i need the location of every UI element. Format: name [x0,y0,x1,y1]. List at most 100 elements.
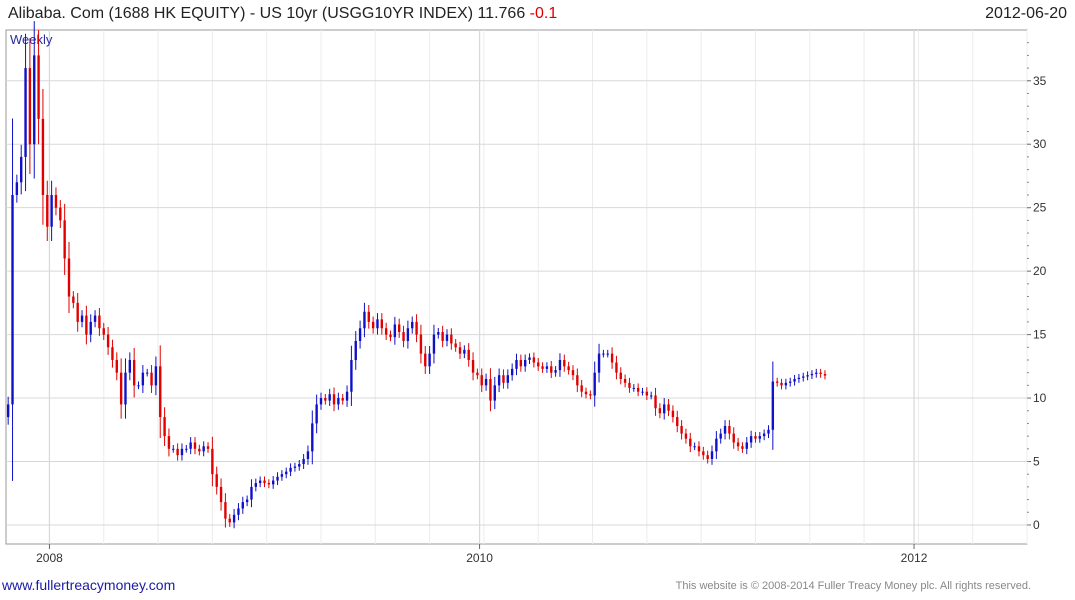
candle-body [285,471,288,475]
candle-body [11,194,14,405]
candle-body [76,302,79,322]
candle-body [502,375,505,383]
x-tick-label: 2008 [36,551,63,565]
candle-body [341,398,344,401]
candle-body [28,68,32,145]
candle-body [528,357,531,360]
candle-body [228,518,231,523]
candle-body [628,382,631,388]
candle-body [128,359,132,373]
x-tick-label: 2010 [466,551,493,565]
candle-body [363,311,366,329]
candle-body [6,404,10,418]
candle-body [302,458,305,465]
candle-body [745,442,748,449]
candle-body [689,438,692,447]
candle-body [506,375,510,383]
candle-body [384,328,388,335]
candle-body [580,385,583,392]
candle-body [636,387,640,392]
candle-body [46,194,49,227]
candle-body [98,315,101,329]
candle-body [350,359,353,392]
y-tick-label: 35 [1033,74,1047,88]
candle-body [758,436,761,439]
candle-body [693,446,696,448]
candle-body [584,391,588,395]
candle-body [715,438,718,452]
candle-body [337,398,340,405]
candle-body [589,394,592,396]
candle-body [736,442,740,447]
candle-body [132,359,136,386]
candle-body [241,502,244,509]
candle-body [376,319,379,329]
candle-body [54,194,58,208]
candle-body [602,353,605,355]
candle-body [671,410,675,418]
candle-body [663,404,666,414]
candle-body [680,425,683,434]
candle-body [515,359,518,369]
candle-body [280,474,284,477]
candle-body [432,334,436,354]
candle-body [710,451,714,459]
candle-body [224,502,227,519]
website-link[interactable]: www.fullertreacymoney.com [2,577,175,593]
candle-body [315,404,318,424]
candle-body [159,366,162,418]
candle-body [298,464,301,467]
candle-body [276,476,279,481]
candle-body [749,436,753,443]
candle-body [272,480,275,485]
candle-body [324,398,327,401]
candle-body [606,353,609,355]
candle-body [85,315,88,335]
candle-body [615,362,618,373]
candle-body [510,368,514,376]
candle-body [741,446,744,449]
candle-body [793,379,796,382]
candle-body [702,451,705,456]
candle-body [558,359,562,371]
candle-body [567,366,570,371]
candle-body [489,379,492,401]
candle-body [237,508,240,515]
candle-body [89,321,92,335]
candle-body [245,499,249,503]
y-tick-label: 25 [1033,201,1047,215]
candle-body [371,321,375,329]
frequency-label: Weekly [10,32,53,47]
candle-body [780,382,783,386]
candle-body [167,436,171,449]
candle-body [106,334,110,348]
candle-body [719,433,722,439]
candle-body [467,349,470,360]
candle-body [445,334,449,341]
candle-body [146,372,149,374]
candle-body [311,423,314,452]
candle-body [154,366,158,386]
candle-body [250,486,253,500]
candle-body [254,483,258,487]
candle-body [441,332,444,341]
candle-body [545,366,549,369]
candle-body [523,359,527,367]
candle-body [784,382,788,386]
candle-body [554,370,557,373]
candle-body [198,448,201,452]
candle-body [150,372,153,386]
candle-body [537,362,540,367]
candle-body [289,467,292,472]
candle-body [211,448,214,475]
candle-body [797,377,801,380]
candle-body [754,436,757,439]
candle-body [815,372,818,374]
candle-body [802,376,805,378]
candle-body [137,385,140,387]
candle-body [619,372,622,380]
y-tick-label: 20 [1033,264,1047,278]
candle-body [806,375,809,377]
candle-body [206,446,210,449]
candle-body [649,395,653,397]
